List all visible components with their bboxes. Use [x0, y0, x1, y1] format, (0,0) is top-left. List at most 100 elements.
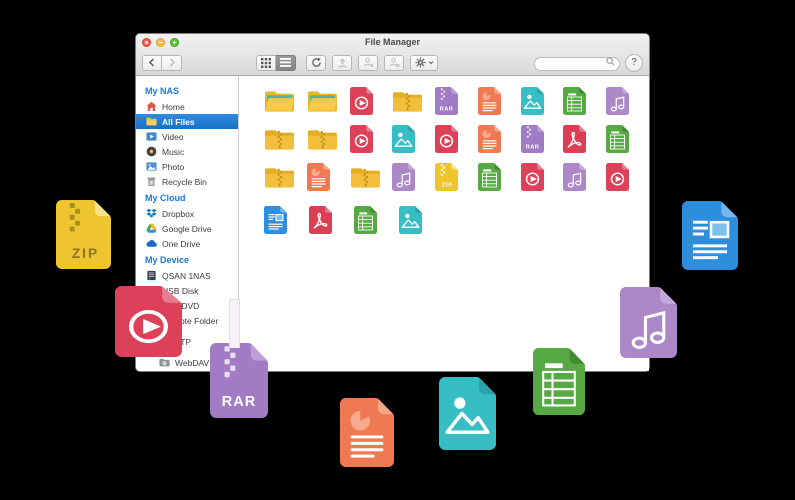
onedrive-icon [145, 238, 157, 250]
doc-decor-icon [340, 398, 394, 467]
folder-zip-file-icon[interactable] [350, 163, 393, 195]
back-button[interactable] [142, 55, 162, 71]
share-user-button[interactable] [358, 55, 378, 71]
sidebar-item-label: Recycle Bin [162, 177, 207, 187]
help-button[interactable]: ? [625, 54, 643, 72]
file-video-file-icon[interactable] [435, 125, 478, 157]
file-doc-file-icon[interactable] [478, 87, 521, 119]
svg-text:ZIP: ZIP [442, 183, 453, 189]
home-icon [145, 101, 157, 113]
file-grid-row: ZIP [264, 163, 649, 201]
forward-button[interactable] [162, 55, 182, 71]
sidebar-item-home[interactable]: Home [136, 99, 238, 114]
file-sheet-file-icon[interactable] [563, 87, 606, 119]
music-icon [145, 146, 157, 158]
file-grid: RAR [239, 76, 649, 371]
settings-button[interactable] [410, 55, 438, 71]
sidebar-item-label: Google Drive [162, 224, 212, 234]
sidebar-item-music[interactable]: Music [136, 144, 238, 159]
sidebar-item-label: QSAN 1NAS [162, 271, 211, 281]
file-image-file-icon[interactable] [521, 87, 564, 119]
recycle-icon [145, 176, 157, 188]
sidebar-item-all-files[interactable]: All Files [136, 114, 238, 129]
docblue-decor-icon [682, 201, 738, 270]
file-zip-file-icon[interactable]: ZIP [435, 163, 478, 195]
sidebar-item-label: Home [162, 102, 185, 112]
sidebar-item-one-drive[interactable]: One Drive [136, 236, 238, 251]
svg-text:RAR: RAR [440, 107, 454, 113]
folder-zip-file-icon[interactable] [392, 87, 435, 119]
folder-zip-file-icon[interactable] [307, 125, 350, 157]
file-grid-row [264, 206, 649, 244]
folder-open-file-icon[interactable] [307, 87, 350, 119]
window-chrome: File Manager [136, 34, 649, 76]
file-image-file-icon[interactable] [399, 206, 444, 238]
file-doc-file-icon[interactable] [307, 163, 350, 195]
folder-zip-file-icon[interactable] [264, 125, 307, 157]
dropbox-icon [145, 208, 157, 220]
sidebar-item-label: Music [162, 147, 184, 157]
refresh-button[interactable] [306, 55, 326, 71]
gdrive-icon [145, 223, 157, 235]
file-video-file-icon[interactable] [350, 125, 393, 157]
file-video-file-icon[interactable] [350, 87, 393, 119]
sidebar-item-label: One Drive [162, 239, 200, 249]
sidebar-item-label: All Files [162, 117, 195, 127]
titlebar: File Manager [136, 34, 649, 50]
sidebar-item-qsan-1nas[interactable]: QSAN 1NAS [136, 268, 238, 283]
folder-zip-file-icon[interactable] [264, 163, 307, 195]
sidebar-item-recycle-bin[interactable]: Recycle Bin [136, 174, 238, 189]
grid-view-button[interactable] [256, 55, 276, 71]
chevron-down-icon [428, 60, 434, 65]
file-pdf-file-icon[interactable] [309, 206, 354, 238]
video-decor-icon [115, 286, 182, 357]
photo-icon [145, 161, 157, 173]
sidebar-item-video[interactable]: Video [136, 129, 238, 144]
search-icon [606, 57, 615, 66]
remote-folder-icon [158, 357, 170, 369]
file-sheet-file-icon[interactable] [354, 206, 399, 238]
sidebar-section-label-my-nas: My NAS [136, 82, 238, 99]
sidebar-section-label-my-device: My Device [136, 251, 238, 268]
file-docblue-file-icon[interactable] [264, 206, 309, 238]
sheet-decor-icon [533, 348, 585, 415]
share-link-button[interactable] [384, 55, 404, 71]
file-music-file-icon[interactable] [392, 163, 435, 195]
sidebar-item-label: Photo [162, 162, 184, 172]
folder-icon [145, 116, 157, 128]
file-video-file-icon[interactable] [606, 163, 649, 195]
nas-icon [145, 270, 157, 282]
file-video-file-icon[interactable] [521, 163, 564, 195]
file-music-file-icon[interactable] [563, 163, 606, 195]
file-doc-file-icon[interactable] [478, 125, 521, 157]
sidebar-section-label-my-cloud: My Cloud [136, 189, 238, 206]
file-music-file-icon[interactable] [606, 87, 649, 119]
list-view-button[interactable] [276, 55, 296, 71]
sidebar-item-label: Dropbox [162, 209, 194, 219]
svg-text:ZIP: ZIP [72, 246, 99, 261]
sidebar-item-photo[interactable]: Photo [136, 159, 238, 174]
rar-decor-icon: RAR [210, 343, 268, 418]
upload-button[interactable] [332, 55, 352, 71]
sidebar-item-label: WebDAV [175, 358, 209, 368]
file-manager-window: File Manager [135, 33, 650, 372]
svg-text:RAR: RAR [222, 394, 257, 410]
window-title: File Manager [136, 37, 649, 47]
video-icon [145, 131, 157, 143]
file-sheet-file-icon[interactable] [478, 163, 521, 195]
svg-text:RAR: RAR [525, 145, 539, 151]
image-decor-icon [439, 377, 496, 450]
sidebar-item-label: Video [162, 132, 184, 142]
file-pdf-file-icon[interactable] [563, 125, 606, 157]
file-rar-file-icon[interactable]: RAR [521, 125, 564, 157]
file-sheet-file-icon[interactable] [606, 125, 649, 157]
music-decor-icon [620, 287, 677, 358]
sidebar-item-google-drive[interactable]: Google Drive [136, 221, 238, 236]
folder-open-file-icon[interactable] [264, 87, 307, 119]
file-image-file-icon[interactable] [392, 125, 435, 157]
sidebar-item-dropbox[interactable]: Dropbox [136, 206, 238, 221]
file-rar-file-icon[interactable]: RAR [435, 87, 478, 119]
page-background: { "window": { "title": "File Manager", "… [0, 0, 795, 500]
zip-decor-icon: ZIP [56, 200, 111, 269]
file-grid-row: RAR [264, 125, 649, 163]
